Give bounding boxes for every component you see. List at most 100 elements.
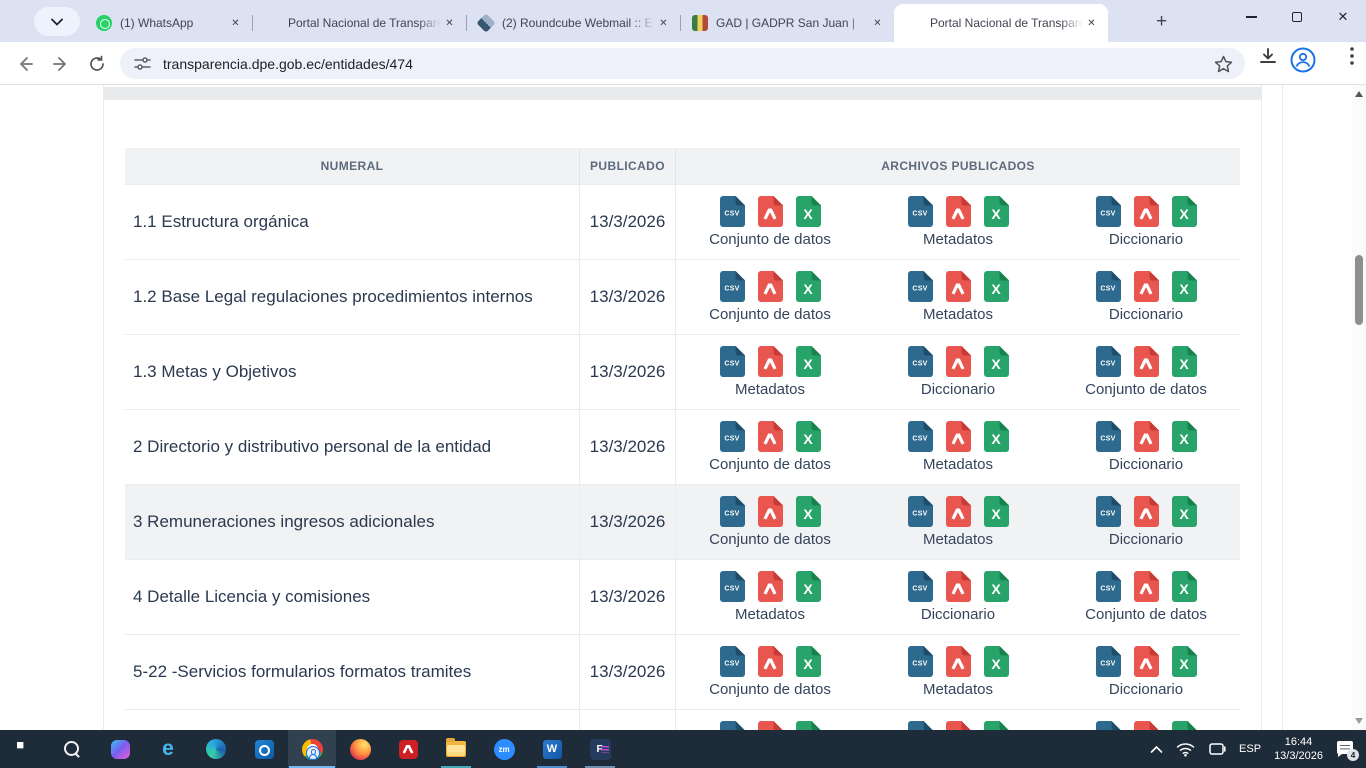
pdf-file-icon[interactable] [1134, 571, 1159, 602]
browser-tab[interactable]: GAD | GADPR San Juan | ✕ [680, 4, 894, 42]
pdf-file-icon[interactable] [946, 646, 971, 677]
pdf-file-icon[interactable] [758, 721, 783, 730]
pdf-file-icon[interactable] [758, 346, 783, 377]
browser-menu-button[interactable] [1350, 47, 1354, 65]
pdf-file-icon[interactable] [946, 346, 971, 377]
tab-search-button[interactable] [34, 7, 80, 36]
csv-file-icon[interactable]: CSV [1096, 196, 1121, 227]
csv-file-icon[interactable]: CSV [720, 646, 745, 677]
wifi-icon[interactable] [1176, 742, 1195, 757]
xls-file-icon[interactable]: X [984, 346, 1009, 377]
pdf-file-icon[interactable] [758, 496, 783, 527]
taskbar-zoom[interactable]: zm [480, 730, 528, 768]
xls-file-icon[interactable]: X [984, 646, 1009, 677]
xls-file-icon[interactable]: X [1172, 346, 1197, 377]
browser-tab[interactable]: Portal Nacional de Transpare ✕ [894, 4, 1108, 42]
pdf-file-icon[interactable] [946, 421, 971, 452]
taskbar-fes[interactable]: F [576, 730, 624, 768]
screen-cast-icon[interactable] [1208, 742, 1226, 756]
pdf-file-icon[interactable] [1134, 421, 1159, 452]
scrollbar-thumb[interactable] [1355, 255, 1363, 325]
csv-file-icon[interactable]: CSV [908, 421, 933, 452]
taskbar-search[interactable] [48, 730, 96, 768]
csv-file-icon[interactable]: CSV [1096, 646, 1121, 677]
xls-file-icon[interactable]: X [984, 721, 1009, 730]
csv-file-icon[interactable]: CSV [908, 196, 933, 227]
pdf-file-icon[interactable] [946, 571, 971, 602]
address-bar[interactable]: transparencia.dpe.gob.ec/entidades/474 [120, 48, 1245, 79]
pdf-file-icon[interactable] [1134, 271, 1159, 302]
back-button[interactable] [8, 47, 42, 81]
pdf-file-icon[interactable] [946, 196, 971, 227]
scrollbar-up-arrow[interactable] [1355, 91, 1363, 97]
csv-file-icon[interactable]: CSV [908, 496, 933, 527]
xls-file-icon[interactable]: X [984, 196, 1009, 227]
page-scrollbar[interactable] [1352, 85, 1366, 730]
taskbar-outlook[interactable] [240, 730, 288, 768]
notification-center-button[interactable]: 4 [1336, 739, 1356, 759]
taskbar-edge[interactable] [192, 730, 240, 768]
taskbar-start[interactable] [0, 730, 48, 768]
browser-tab[interactable]: Portal Nacional de Transpare ✕ [252, 4, 466, 42]
xls-file-icon[interactable]: X [1172, 496, 1197, 527]
xls-file-icon[interactable]: X [796, 196, 821, 227]
xls-file-icon[interactable]: X [796, 721, 821, 730]
tab-close-icon[interactable]: ✕ [655, 15, 672, 32]
pdf-file-icon[interactable] [946, 721, 971, 730]
xls-file-icon[interactable]: X [796, 421, 821, 452]
reload-button[interactable] [80, 47, 114, 81]
bookmark-star-icon[interactable] [1214, 55, 1233, 73]
taskbar-chrome[interactable] [288, 730, 336, 768]
csv-file-icon[interactable]: CSV [720, 721, 745, 730]
xls-file-icon[interactable]: X [796, 496, 821, 527]
pdf-file-icon[interactable] [1134, 196, 1159, 227]
csv-file-icon[interactable]: CSV [908, 346, 933, 377]
pdf-file-icon[interactable] [946, 271, 971, 302]
pdf-file-icon[interactable] [1134, 721, 1159, 730]
xls-file-icon[interactable]: X [984, 421, 1009, 452]
xls-file-icon[interactable]: X [1172, 271, 1197, 302]
browser-tab[interactable]: (1) WhatsApp ✕ [84, 4, 252, 42]
pdf-file-icon[interactable] [758, 196, 783, 227]
taskbar-acrobat[interactable] [384, 730, 432, 768]
minimize-button[interactable] [1228, 0, 1274, 34]
xls-file-icon[interactable]: X [984, 571, 1009, 602]
csv-file-icon[interactable]: CSV [720, 271, 745, 302]
pdf-file-icon[interactable] [758, 421, 783, 452]
tab-close-icon[interactable]: ✕ [441, 15, 458, 32]
xls-file-icon[interactable]: X [1172, 196, 1197, 227]
csv-file-icon[interactable]: CSV [720, 496, 745, 527]
tab-close-icon[interactable]: ✕ [227, 15, 244, 32]
pdf-file-icon[interactable] [758, 571, 783, 602]
xls-file-icon[interactable]: X [1172, 421, 1197, 452]
pdf-file-icon[interactable] [758, 271, 783, 302]
csv-file-icon[interactable]: CSV [1096, 496, 1121, 527]
taskbar-internet-explorer[interactable]: e [144, 730, 192, 768]
csv-file-icon[interactable]: CSV [908, 271, 933, 302]
csv-file-icon[interactable]: CSV [720, 196, 745, 227]
tab-close-icon[interactable]: ✕ [869, 15, 886, 32]
xls-file-icon[interactable]: X [1172, 646, 1197, 677]
xls-file-icon[interactable]: X [1172, 571, 1197, 602]
xls-file-icon[interactable]: X [796, 646, 821, 677]
clock[interactable]: 16:44 13/3/2026 [1274, 735, 1323, 763]
csv-file-icon[interactable]: CSV [908, 646, 933, 677]
csv-file-icon[interactable]: CSV [908, 571, 933, 602]
language-indicator[interactable]: ESP [1239, 743, 1261, 755]
close-window-button[interactable]: ✕ [1320, 0, 1366, 34]
xls-file-icon[interactable]: X [796, 271, 821, 302]
taskbar-word[interactable]: W [528, 730, 576, 768]
pdf-file-icon[interactable] [946, 496, 971, 527]
taskbar-firefox[interactable] [336, 730, 384, 768]
xls-file-icon[interactable]: X [796, 571, 821, 602]
tray-chevron-up-icon[interactable] [1150, 745, 1163, 754]
csv-file-icon[interactable]: CSV [720, 346, 745, 377]
tab-close-icon[interactable]: ✕ [1083, 15, 1100, 32]
scrollbar-down-arrow[interactable] [1355, 718, 1363, 724]
new-tab-button[interactable]: + [1148, 8, 1175, 35]
xls-file-icon[interactable]: X [984, 496, 1009, 527]
csv-file-icon[interactable]: CSV [720, 571, 745, 602]
profile-button[interactable] [1290, 47, 1316, 73]
url-text[interactable]: transparencia.dpe.gob.ec/entidades/474 [163, 56, 1214, 72]
csv-file-icon[interactable]: CSV [1096, 721, 1121, 730]
